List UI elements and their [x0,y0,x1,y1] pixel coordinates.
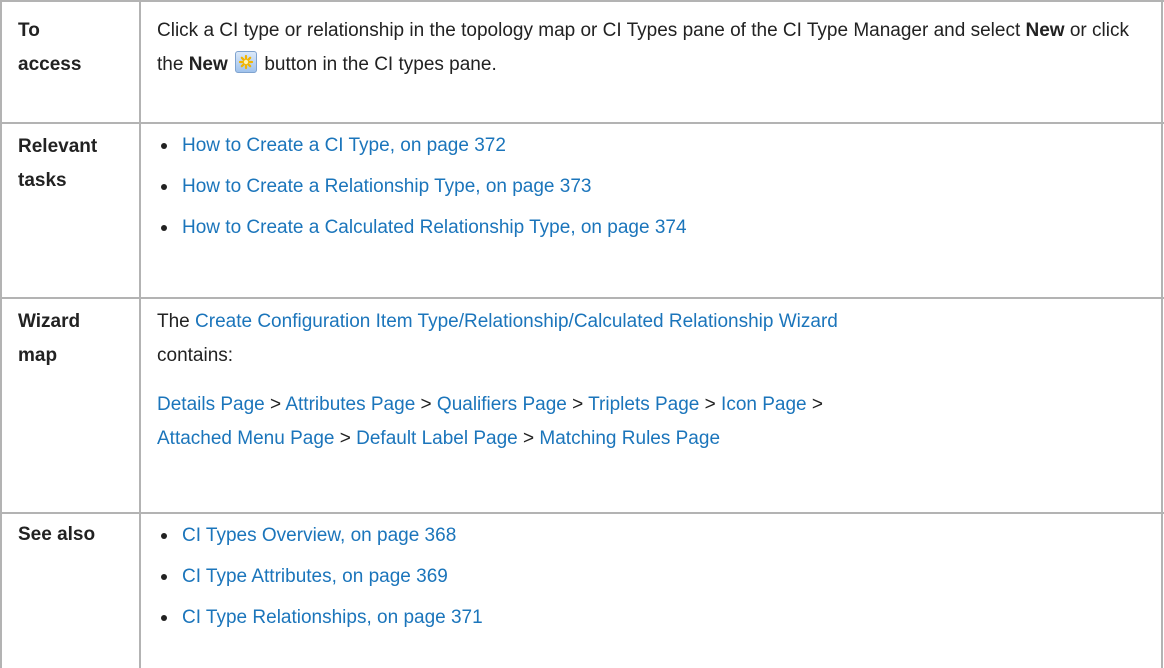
wizard-link[interactable]: Create Configuration Item Type/Relations… [195,311,838,332]
see-also-link[interactable]: CI Types Overview, on page 368 [182,525,456,546]
see-also-link[interactable]: CI Type Attributes, on page 369 [182,566,448,587]
page-link[interactable]: Default Label Page [356,428,518,449]
separator: > [334,428,357,449]
task-link[interactable]: How to Create a CI Type, on page 372 [182,135,506,156]
bullet [161,225,167,231]
header-line: Relevant [18,136,98,157]
list-item: CI Type Relationships, on page 371 [157,597,1147,638]
list-item: CI Types Overview, on page 368 [157,515,1147,556]
list-item: How to Create a Relationship Type, on pa… [157,166,1147,207]
text-segment: button in the CI types pane. [259,54,497,75]
separator: > [517,428,540,449]
new-star-icon [235,51,258,73]
text-segment: Click a CI type or relationship in the t… [157,20,1026,41]
task-link[interactable]: How to Create a Calculated Relationship … [182,217,687,238]
row-divider [0,297,1164,299]
header-line: map [18,345,58,366]
task-link[interactable]: How to Create a Relationship Type, on pa… [182,176,591,197]
bullet [161,615,167,621]
row-header-relevant-tasks: Relevant tasks [18,130,138,198]
header-line: See also [18,524,96,545]
header-line: To [18,20,40,41]
row-header-wizard-map: Wizard map [18,305,138,373]
page-link[interactable]: Attributes Page [285,394,415,415]
list-item: CI Type Attributes, on page 369 [157,556,1147,597]
table-border-right [1161,0,1163,668]
page-link[interactable]: Icon Page [721,394,807,415]
list-item: How to Create a CI Type, on page 372 [157,125,1147,166]
separator: > [415,394,437,415]
relevant-tasks-list: How to Create a CI Type, on page 372 How… [157,125,1147,248]
column-divider [139,0,141,668]
table-border-left [0,0,2,668]
bullet [161,533,167,539]
row-divider [0,512,1164,514]
to-access-text: Click a CI type or relationship in the t… [157,14,1147,82]
header-line: Wizard [18,311,81,332]
info-table: To access Click a CI type or relationshi… [0,0,1164,668]
header-line: access [18,54,82,75]
wizard-map-content: The Create Configuration Item Type/Relat… [157,305,1147,456]
page-link[interactable]: Attached Menu Page [157,428,334,449]
header-line: tasks [18,170,67,191]
page-link[interactable]: Qualifiers Page [437,394,567,415]
row-header-see-also: See also [18,518,138,552]
bold-new-text: New [188,54,228,75]
bullet [161,574,167,580]
see-also-list: CI Types Overview, on page 368 CI Type A… [157,515,1147,638]
bullet [161,184,167,190]
row-header-to-access: To access [18,14,138,82]
page-link[interactable]: Triplets Page [588,394,699,415]
separator: > [806,394,823,415]
table-border-top [0,0,1164,2]
see-also-link[interactable]: CI Type Relationships, on page 371 [182,607,483,628]
bullet [161,143,167,149]
page-link[interactable]: Details Page [157,394,265,415]
separator: > [566,394,589,415]
text-segment: The [157,311,196,332]
text-segment: contains: [157,345,234,366]
row-divider [0,122,1164,124]
separator: > [264,394,286,415]
page-link[interactable]: Matching Rules Page [539,428,720,449]
list-item: How to Create a Calculated Relationship … [157,207,1147,248]
wizard-pages-path: Details Page > Attributes Page > Qualifi… [157,388,1147,456]
bold-new-text: New [1025,20,1065,41]
separator: > [699,394,722,415]
